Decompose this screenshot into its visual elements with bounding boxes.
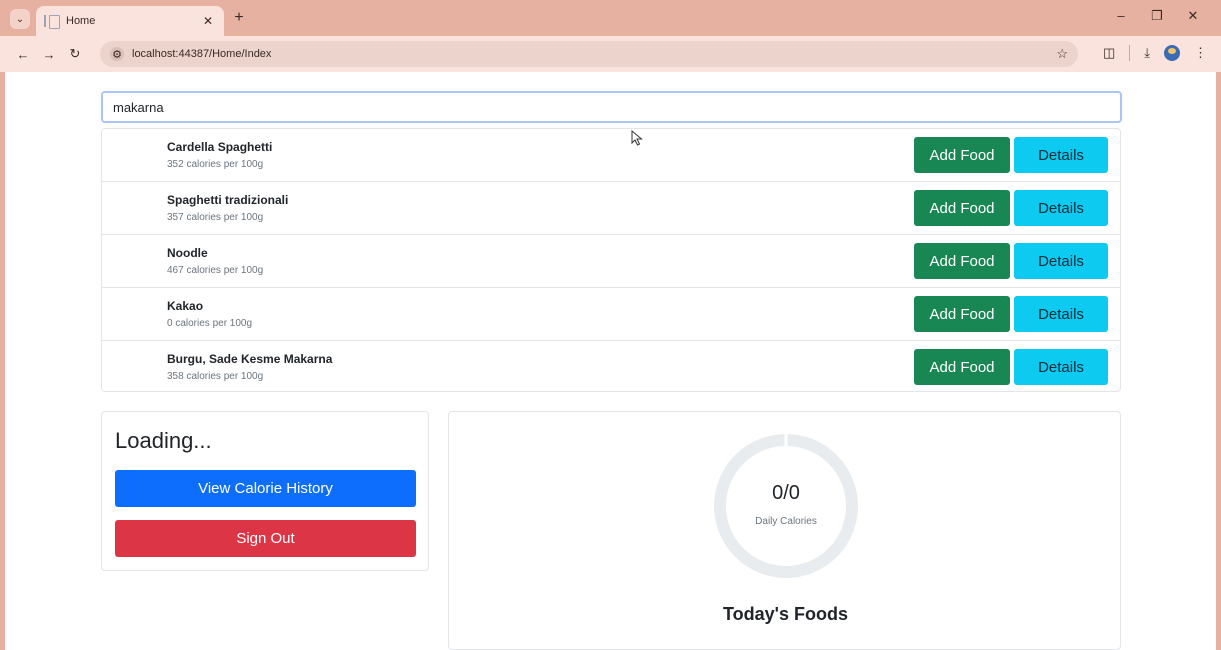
food-name: Noodle (167, 246, 208, 260)
browser-tab-bar: ⌄ Home ✕ + – ❐ ✕ (0, 0, 1221, 36)
add-food-button[interactable]: Add Food (914, 137, 1010, 173)
calorie-label: Daily Calories (755, 516, 817, 527)
details-button[interactable]: Details (1014, 190, 1108, 226)
details-button[interactable]: Details (1014, 137, 1108, 173)
user-heading: Loading... (115, 428, 212, 453)
ring-track (714, 434, 858, 578)
calorie-count: 0/0 (772, 482, 800, 504)
arrow-left-icon[interactable]: ← (12, 47, 34, 62)
profile-avatar-icon[interactable] (1164, 45, 1180, 61)
food-results-list: Cardella Spaghetti 352 calories per 100g… (101, 128, 1121, 392)
toolbar-actions: ◫ ⤓ ⋮ (1103, 45, 1207, 61)
site-settings-icon[interactable]: ⚙ (110, 47, 124, 61)
chevron-down-icon: ⌄ (15, 13, 25, 25)
add-food-button[interactable]: Add Food (914, 349, 1010, 385)
food-result-row: Kakao 0 calories per 100g Add Food Detai… (102, 288, 1120, 341)
daily-calories-panel: 0/0 Daily Calories Today's Foods (448, 411, 1121, 650)
puzzle-icon[interactable]: ◫ (1103, 45, 1115, 61)
food-calories: 467 calories per 100g (167, 265, 264, 276)
page-viewport: Cardella Spaghetti 352 calories per 100g… (5, 72, 1216, 650)
add-food-button[interactable]: Add Food (914, 296, 1010, 332)
address-bar[interactable]: ⚙ localhost:44387/Home/Index ☆ (100, 41, 1078, 67)
details-button[interactable]: Details (1014, 349, 1108, 385)
food-calories: 0 calories per 100g (167, 318, 253, 329)
new-tab-icon[interactable]: + (230, 9, 248, 27)
url-text[interactable]: localhost:44387/Home/Index (132, 48, 1056, 60)
more-vertical-icon[interactable]: ⋮ (1194, 45, 1207, 61)
add-food-button[interactable]: Add Food (914, 243, 1010, 279)
view-calorie-history-button[interactable]: View Calorie History (115, 470, 416, 507)
food-name: Burgu, Sade Kesme Makarna (167, 352, 333, 366)
food-result-row: Burgu, Sade Kesme Makarna 358 calories p… (102, 341, 1120, 394)
calorie-progress-ring (714, 434, 858, 578)
food-result-row: Noodle 467 calories per 100g Add Food De… (102, 235, 1120, 288)
toolbar-divider (1129, 45, 1131, 61)
mouse-cursor-icon (631, 130, 643, 146)
food-search-input[interactable] (101, 91, 1122, 123)
user-panel: Loading... View Calorie History Sign Out (101, 411, 429, 571)
food-calories: 358 calories per 100g (167, 371, 264, 382)
tab-title: Home (66, 15, 96, 27)
minimize-icon[interactable]: – (1103, 8, 1139, 24)
food-calories: 352 calories per 100g (167, 159, 264, 170)
food-name: Kakao (167, 299, 204, 313)
todays-foods-heading: Today's Foods (723, 604, 848, 624)
star-icon[interactable]: ☆ (1056, 46, 1068, 62)
download-icon[interactable]: ⤓ (1144, 45, 1150, 61)
food-name: Spaghetti tradizionali (167, 193, 289, 207)
arrow-right-icon[interactable]: → (38, 47, 60, 62)
restore-icon[interactable]: ❐ (1139, 8, 1175, 24)
add-food-button[interactable]: Add Food (914, 190, 1010, 226)
browser-toolbar: ← → ↻ ⚙ localhost:44387/Home/Index ☆ ◫ ⤓… (0, 36, 1221, 72)
close-icon[interactable]: ✕ (200, 14, 216, 28)
food-calories: 357 calories per 100g (167, 212, 264, 223)
tab-search-button[interactable]: ⌄ (10, 9, 30, 29)
reload-icon[interactable]: ↻ (64, 46, 86, 62)
browser-tab-home[interactable]: Home ✕ (36, 6, 224, 36)
food-result-row: Spaghetti tradizionali 357 calories per … (102, 182, 1120, 235)
food-name: Cardella Spaghetti (167, 140, 273, 154)
food-result-row: Cardella Spaghetti 352 calories per 100g… (102, 129, 1120, 182)
details-button[interactable]: Details (1014, 296, 1108, 332)
close-window-icon[interactable]: ✕ (1175, 8, 1211, 24)
sign-out-button[interactable]: Sign Out (115, 520, 416, 557)
details-button[interactable]: Details (1014, 243, 1108, 279)
window-controls: – ❐ ✕ (1103, 8, 1211, 24)
page-favicon-icon (44, 14, 60, 29)
